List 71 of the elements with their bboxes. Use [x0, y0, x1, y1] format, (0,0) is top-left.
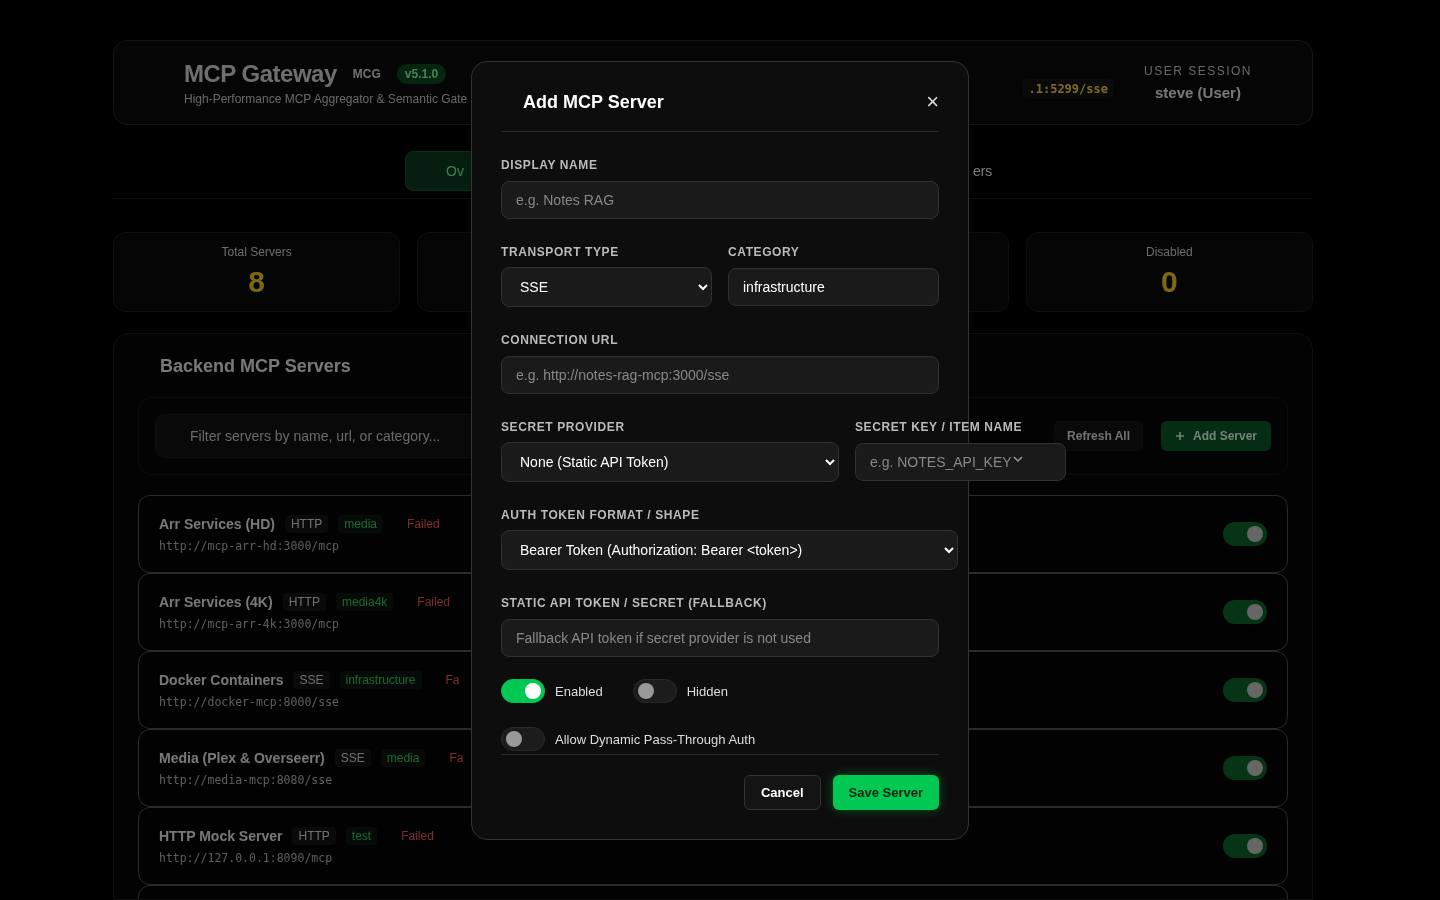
server-url: http://docker-mcp:8000/sse: [159, 695, 340, 709]
category-tag: media: [380, 749, 426, 767]
app-title: MCP Gateway: [184, 59, 337, 88]
refresh-button[interactable]: Refresh All: [1054, 421, 1143, 451]
secret-provider-select[interactable]: None (Static API Token): [501, 442, 839, 482]
transport-tag: HTTP: [292, 827, 336, 845]
stat-label: Total Servers: [221, 245, 292, 259]
server-name: Arr Services (4K): [159, 594, 273, 610]
status-text: Fa: [449, 751, 464, 765]
category-field[interactable]: infrastructure: [728, 268, 939, 306]
toggle-switch[interactable]: [1223, 678, 1267, 702]
transport-select[interactable]: SSE: [501, 267, 712, 307]
category-tag: media4k: [335, 593, 394, 611]
transport-tag: HTTP: [284, 515, 329, 533]
field-label: SECRET KEY / ITEM NAME: [855, 420, 1023, 434]
stat-value: 8: [248, 265, 265, 299]
add-server-button[interactable]: Add Server: [1160, 421, 1271, 451]
transport-tag: SSE: [334, 749, 371, 767]
toggle-switch[interactable]: [1223, 756, 1267, 780]
field-label: TRANSPORT TYPE: [501, 245, 620, 259]
server-name: Media (Plex & Overseerr): [159, 750, 325, 766]
category-tag: test: [345, 827, 378, 845]
panel-title: Backend MCP Servers: [160, 356, 351, 377]
transport-tag: SSE: [293, 671, 330, 689]
caret-icon: [1013, 456, 1023, 463]
endpoint-code: .1:5299/sse: [1022, 78, 1114, 99]
category-tag: media: [338, 515, 383, 533]
stat-label: Disabled: [1146, 245, 1193, 259]
toggle-switch[interactable]: [501, 679, 545, 703]
auth-format-select[interactable]: Bearer Token (Authorization: Bearer <token>): [501, 530, 958, 570]
session-label: USER SESSION: [1143, 64, 1252, 78]
transport-tag: HTTP: [282, 593, 326, 611]
close-button[interactable]: ×: [926, 91, 939, 113]
url-field[interactable]: e.g. http://notes-rag-mcp:3000/sse: [501, 356, 939, 394]
server-name: Arr Services (HD): [159, 516, 275, 532]
field-label: CATEGORY: [728, 245, 801, 259]
toggle-label: Allow Dynamic Pass-Through Auth: [555, 731, 756, 747]
display-name-field[interactable]: e.g. Notes RAG: [501, 181, 939, 219]
status-text: Failed: [417, 595, 450, 609]
server-url: http://media-mcp:8080/sse: [159, 773, 334, 787]
server-name: HTTP Mock Server: [159, 828, 283, 844]
save-button[interactable]: Save Server: [832, 775, 939, 810]
toggle-switch[interactable]: [1223, 522, 1267, 546]
secret-key-field[interactable]: e.g. NOTES_API_KEY: [855, 443, 1066, 481]
session-user: steve (User): [1155, 84, 1241, 101]
toggle-label: Enabled: [555, 683, 603, 699]
app-abbreviation: MCG: [352, 66, 381, 81]
server-url: http://mcp-arr-4k:3000/mcp: [159, 617, 340, 631]
category-tag: infrastructure: [339, 671, 422, 689]
static-token-field[interactable]: Fallback API token if secret provider is not used: [501, 619, 939, 657]
toggle-switch[interactable]: [1223, 600, 1267, 624]
field-label: AUTH TOKEN FORMAT / SHAPE: [501, 508, 701, 522]
field-label: CONNECTION URL: [501, 333, 620, 347]
server-name: Docker Containers: [159, 672, 284, 688]
dialog-title: Add MCP Server: [523, 90, 664, 113]
status-text: Failed: [406, 517, 440, 531]
field-label: STATIC API TOKEN / SECRET (FALLBACK): [501, 596, 768, 610]
server-url: http://127.0.0.1:8090/mcp: [159, 851, 334, 865]
toggle-switch[interactable]: [1223, 834, 1267, 858]
stat-value: 0: [1161, 265, 1178, 299]
status-text: Failed: [401, 829, 434, 843]
nav-tab[interactable]: ers: [960, 151, 1033, 191]
toggle-switch[interactable]: [501, 727, 545, 751]
field-label: SECRET PROVIDER: [501, 420, 626, 434]
toggle-label: Hidden: [686, 683, 728, 699]
app-subtitle: High-Performance MCP Aggregator & Semantic Gate: [184, 91, 468, 106]
plus-icon: [1174, 431, 1185, 441]
server-url: http://mcp-arr-hd:3000/mcp: [159, 539, 340, 553]
status-text: Fa: [445, 673, 460, 687]
cancel-button[interactable]: Cancel: [743, 775, 821, 810]
version-badge: v5.1.0: [396, 63, 447, 84]
